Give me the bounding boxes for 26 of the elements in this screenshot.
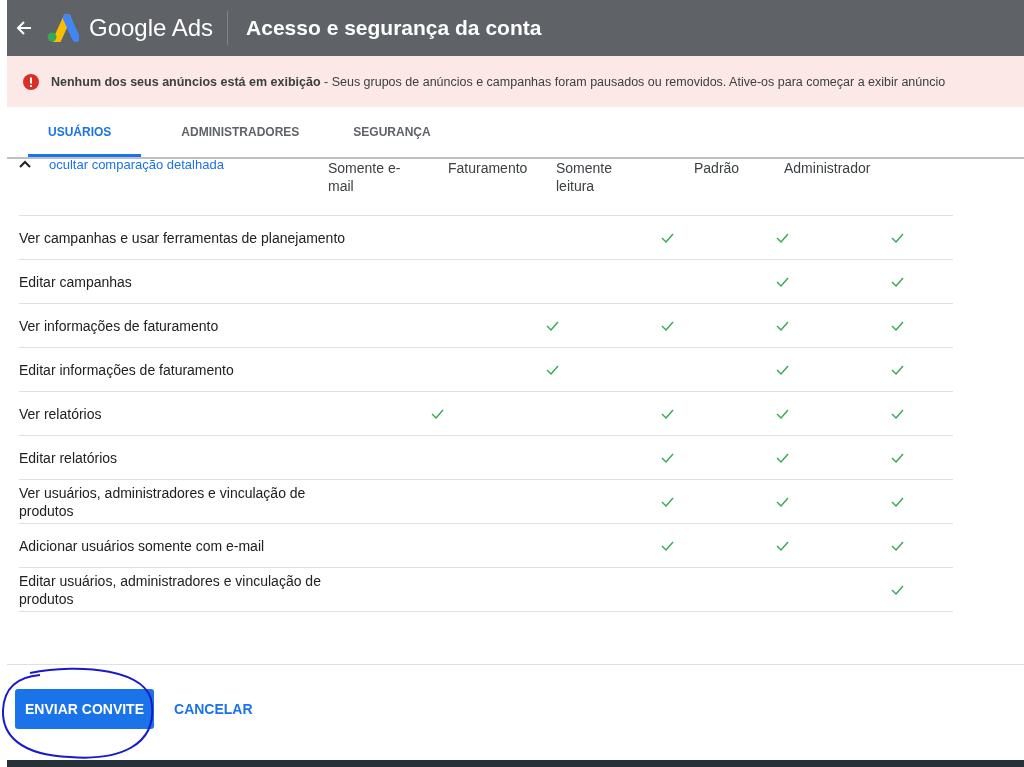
- page-title: Acesso e segurança da conta: [246, 16, 542, 40]
- column-header: Somente leitura: [556, 159, 614, 196]
- alert-message: Nenhum dos seus anúncios está em exibição - Seus grupos de anúncios e campanhas foram pausados ou removidos. Ative-os para começar a exibir anúncio: [51, 74, 946, 89]
- error-icon: [23, 73, 39, 90]
- tab[interactable]: SEGURANÇA: [333, 107, 451, 157]
- chevron-up-icon[interactable]: [19, 160, 31, 168]
- column-header: Administrador: [784, 159, 872, 178]
- column-header: Padrão: [694, 159, 741, 178]
- permission-label: Editar campanhas: [19, 272, 133, 291]
- back-arrow-icon[interactable]: [15, 19, 33, 37]
- permission-label: Editar relatórios: [19, 448, 119, 467]
- column-header: Somente e-mail: [328, 159, 402, 196]
- permission-label: Ver usuários, administradores e vinculação de produtos: [19, 483, 307, 520]
- permission-label: Ver relatórios: [19, 404, 103, 423]
- send-invite-button[interactable]: ENVIAR CONVITE: [15, 689, 154, 729]
- permission-label: Editar informações de faturamento: [19, 360, 235, 379]
- product-name: Google Ads: [89, 14, 214, 42]
- permission-label: Adicionar usuários somente com e-mail: [19, 536, 266, 555]
- cancel-button[interactable]: CANCELAR: [164, 689, 263, 729]
- logo-icon: [45, 14, 79, 42]
- tab[interactable]: ADMINISTRADORES: [161, 107, 320, 157]
- permission-label: Editar usuários, administradores e vinculação de produtos: [19, 571, 322, 608]
- permission-label: Ver informações de faturamento: [19, 316, 220, 335]
- permission-label: Ver campanhas e usar ferramentas de planejamento: [19, 228, 347, 247]
- hide-comparison-link[interactable]: ocultar comparação detalhada: [49, 157, 224, 172]
- column-header: Faturamento: [448, 159, 529, 178]
